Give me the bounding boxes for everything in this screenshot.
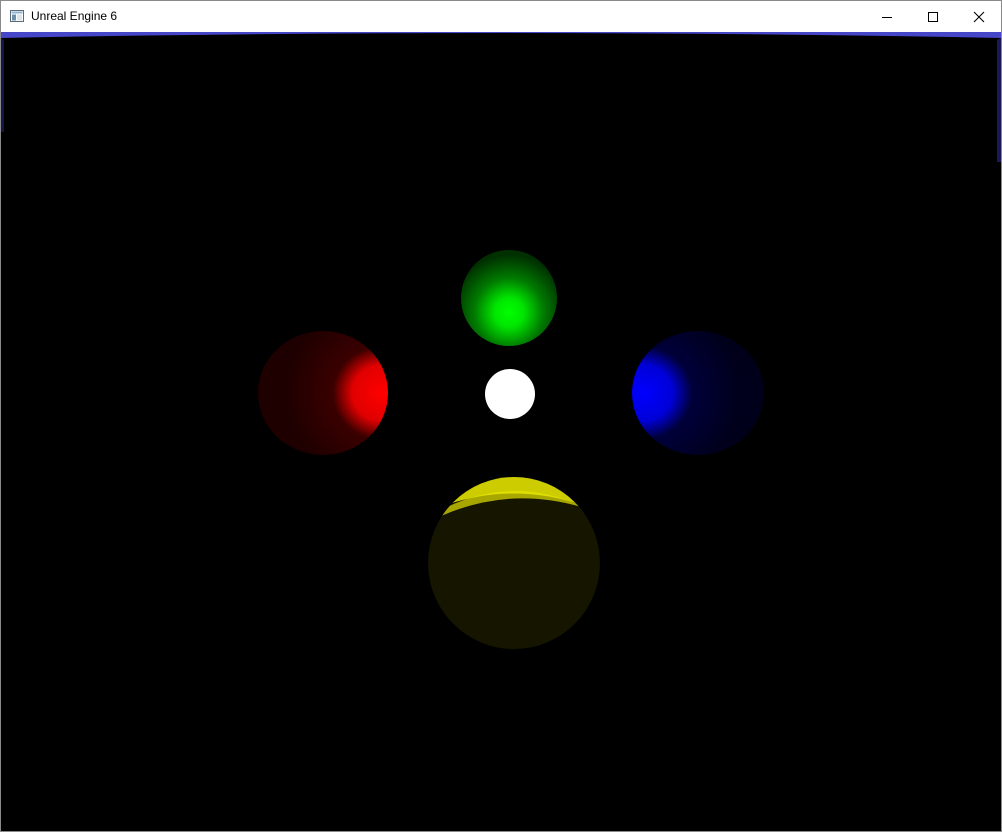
green-sphere[interactable] — [461, 250, 557, 346]
blue-sphere[interactable] — [632, 331, 764, 455]
minimize-button[interactable] — [864, 1, 910, 32]
white-sphere[interactable] — [485, 369, 535, 419]
app-window: Unreal Engine 6 — [0, 0, 1002, 832]
close-icon — [973, 11, 985, 22]
scene-canvas — [1, 32, 1001, 649]
title-bar[interactable]: Unreal Engine 6 — [1, 1, 1001, 32]
red-sphere[interactable] — [258, 331, 388, 455]
close-button[interactable] — [956, 1, 1001, 32]
window-title: Unreal Engine 6 — [31, 9, 118, 23]
maximize-icon — [928, 11, 938, 22]
horizon-edge — [1, 32, 1001, 38]
maximize-button[interactable] — [910, 1, 956, 32]
app-window-icon — [10, 10, 24, 22]
render-viewport[interactable] — [1, 32, 1001, 831]
minimize-icon — [882, 16, 892, 18]
yellow-sphere[interactable] — [421, 476, 607, 649]
